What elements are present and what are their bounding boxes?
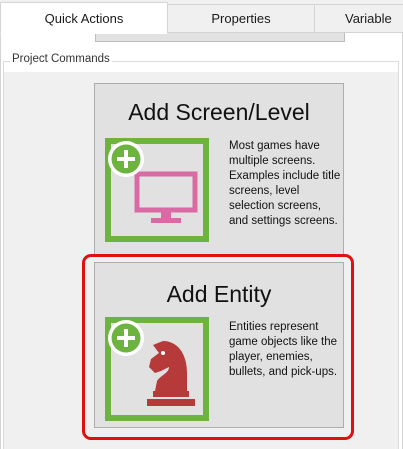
monitor-plus-icon <box>105 138 209 242</box>
chess-knight-plus-icon <box>105 317 209 421</box>
tab-properties[interactable]: Properties <box>167 4 315 33</box>
tab-quick-actions[interactable]: Quick Actions <box>0 2 168 34</box>
tab-variables[interactable]: Variable <box>314 4 403 33</box>
add-entity-title: Add Entity <box>166 281 272 307</box>
tab-bar: Quick Actions Properties Variable <box>0 0 403 34</box>
group-title: Project Commands <box>10 53 112 65</box>
add-screen-level-title: Add Screen/Level <box>128 99 310 125</box>
add-entity-description: Entities represent game objects like the… <box>229 321 338 378</box>
previous-card-edge[interactable] <box>95 33 345 42</box>
tab-variables-label: Variable <box>345 11 392 26</box>
tab-quick-actions-label: Quick Actions <box>44 10 124 26</box>
add-entity-button[interactable]: Add Entity Entities represent game objec… <box>94 262 344 428</box>
add-screen-level-description: Most games have multiple screens. Exampl… <box>229 140 341 227</box>
add-screen-level-button[interactable]: Add Screen/Level Most games have multipl… <box>94 83 344 255</box>
tab-properties-label: Properties <box>211 11 271 26</box>
